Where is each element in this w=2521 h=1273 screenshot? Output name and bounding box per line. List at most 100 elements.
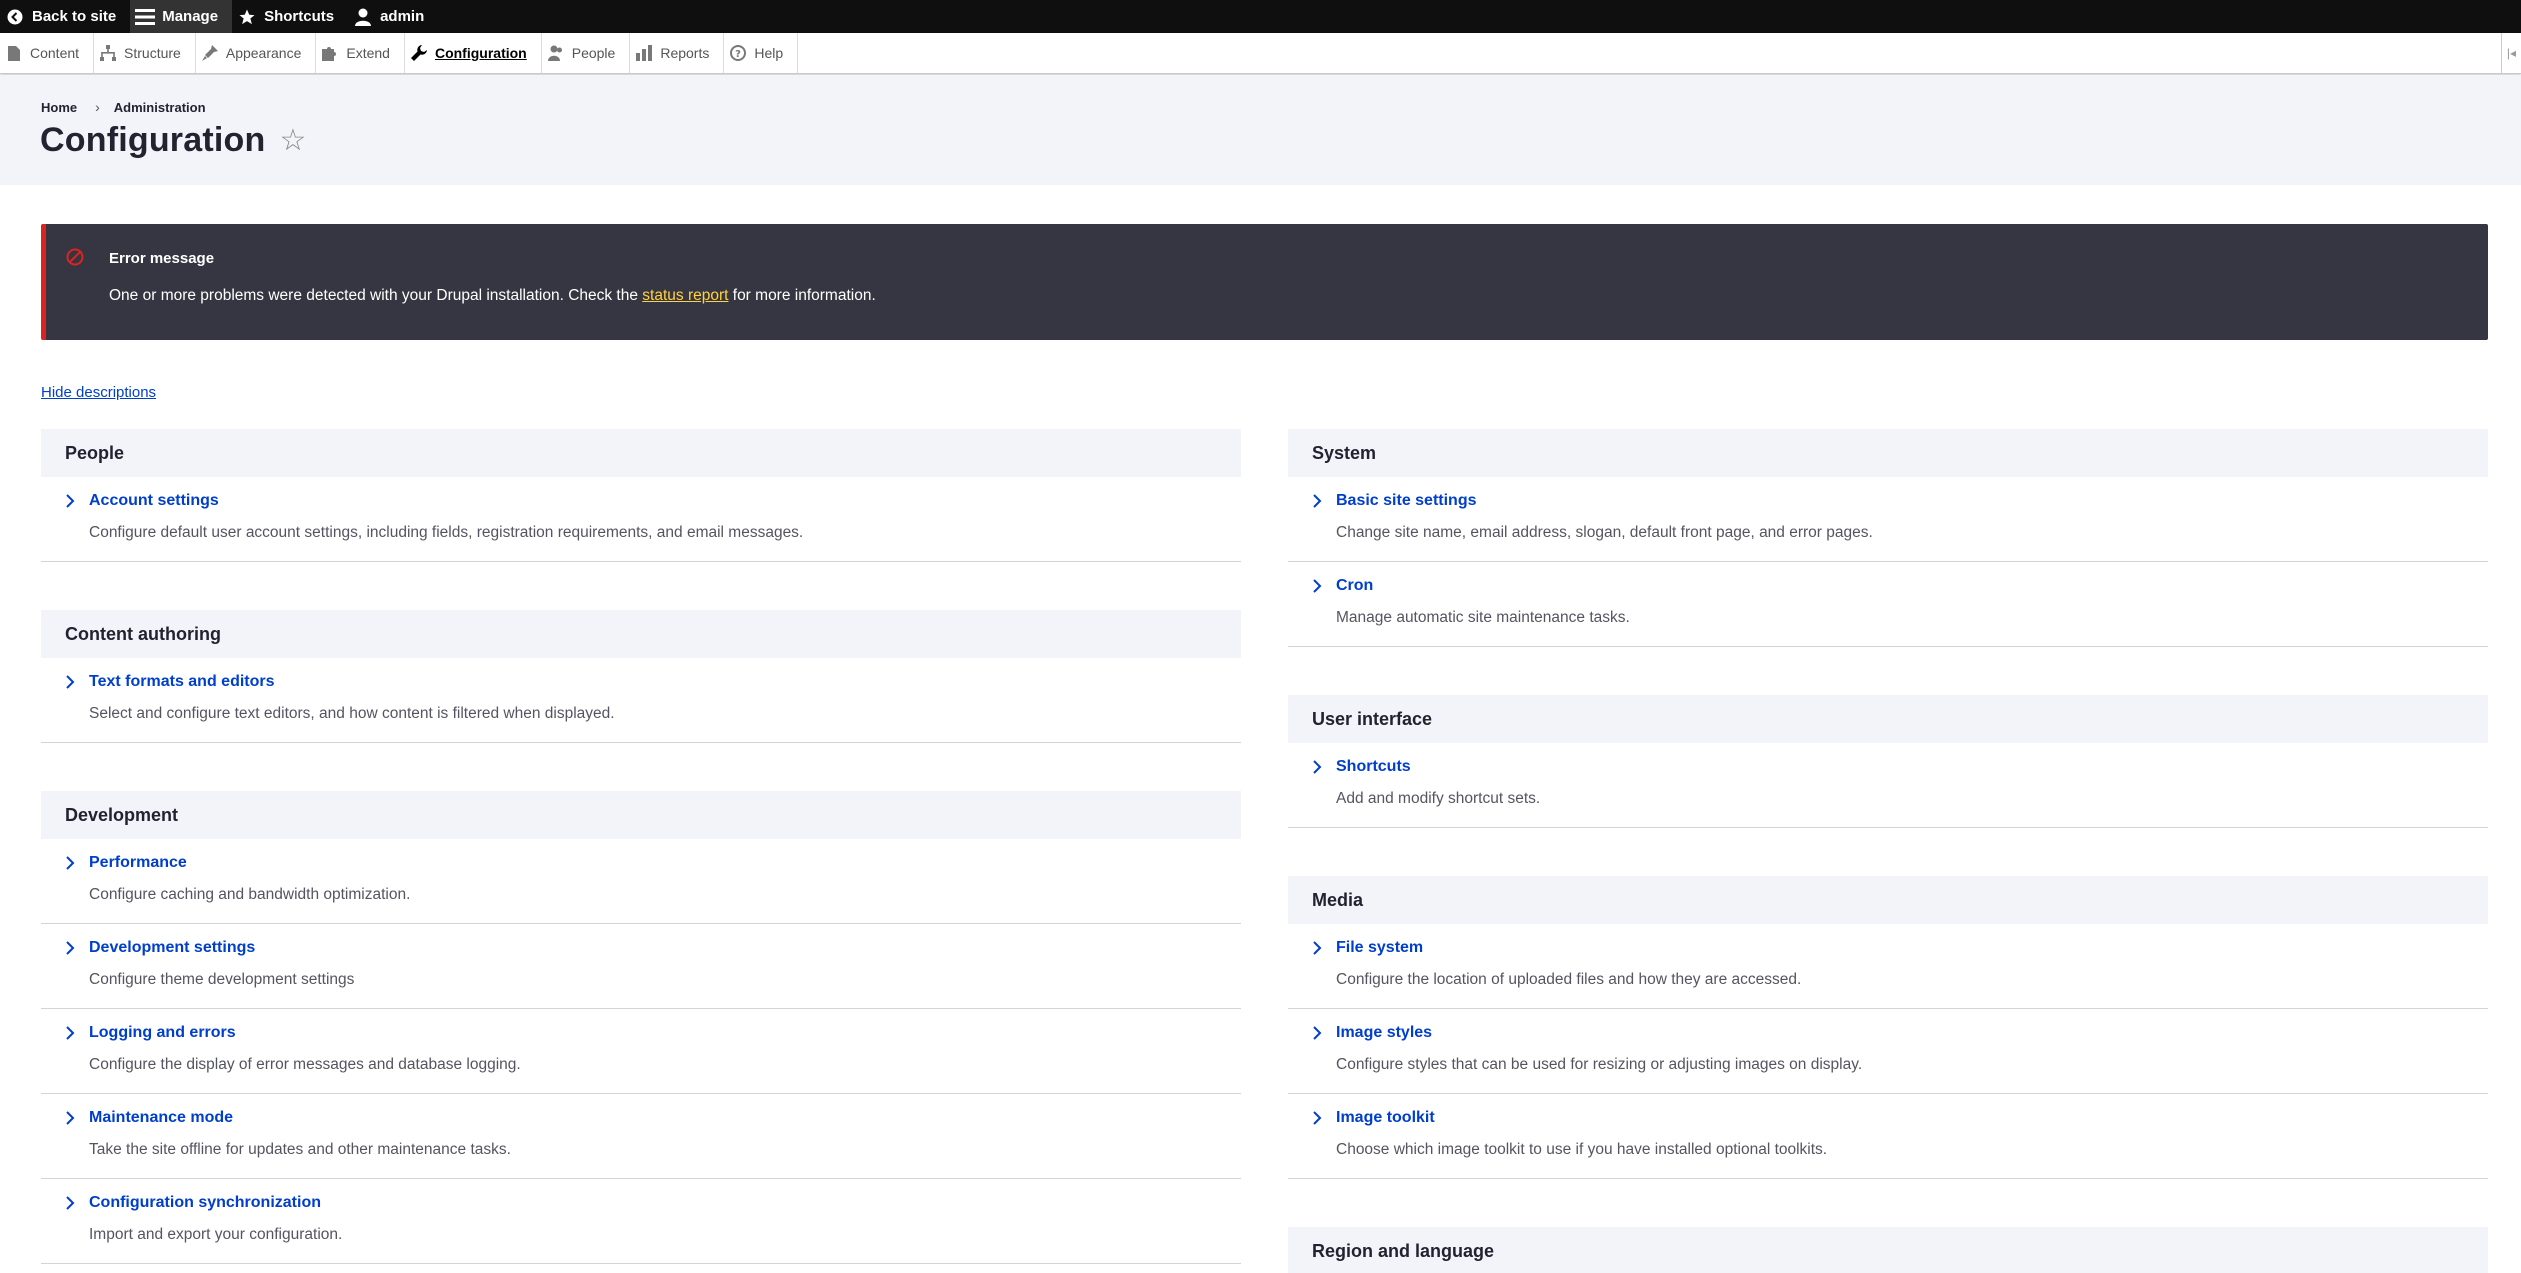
- tray-item-label: People: [571, 45, 616, 61]
- breadcrumb-separator: ›: [95, 99, 100, 115]
- list-item: Cron Manage automatic site maintenance t…: [1288, 562, 2488, 647]
- tray-item-extend[interactable]: Extend: [316, 33, 405, 73]
- list-item: Image styles Configure styles that can b…: [1288, 1009, 2488, 1094]
- star-icon: [236, 6, 258, 28]
- item-link-file-system[interactable]: File system: [1336, 939, 1423, 957]
- panel-title: Media: [1288, 876, 2488, 924]
- item-link-config-sync[interactable]: Configuration synchronization: [89, 1194, 321, 1212]
- item-description: Configure the display of error messages …: [89, 1056, 521, 1073]
- item-link-development-settings[interactable]: Development settings: [89, 939, 255, 957]
- sitemap-icon: [100, 45, 117, 61]
- item-link-text-formats[interactable]: Text formats and editors: [89, 673, 275, 691]
- chevron-right-icon: [1313, 941, 1322, 955]
- chevron-right-icon: [1313, 494, 1322, 508]
- error-message: Error message One or more problems were …: [41, 224, 2488, 340]
- help-icon: ?: [730, 45, 747, 61]
- shortcuts-label: Shortcuts: [264, 8, 335, 25]
- item-description: Change site name, email address, slogan,…: [1336, 524, 1873, 541]
- back-to-site-link[interactable]: Back to site: [0, 0, 130, 33]
- tray-item-reports[interactable]: Reports: [630, 33, 725, 73]
- list-item: File system Configure the location of up…: [1288, 924, 2488, 1009]
- item-description: Choose which image toolkit to use if you…: [1336, 1141, 1828, 1158]
- breadcrumb-administration[interactable]: Administration: [114, 100, 206, 115]
- item-link-shortcuts[interactable]: Shortcuts: [1336, 758, 1411, 776]
- file-icon: [6, 45, 22, 61]
- panel-development: Development Performance Configure cachin…: [41, 791, 1241, 1264]
- item-description: Take the site offline for updates and ot…: [89, 1141, 511, 1158]
- item-link-logging-errors[interactable]: Logging and errors: [89, 1024, 236, 1042]
- tray-orientation-toggle[interactable]: |◂: [2501, 33, 2521, 73]
- tray-item-content[interactable]: Content: [0, 33, 95, 73]
- panel-content-authoring: Content authoring Text formats and edito…: [41, 610, 1241, 743]
- list-item: Image toolkit Choose which image toolkit…: [1288, 1094, 2488, 1179]
- back-arrow-icon: [4, 6, 26, 28]
- chevron-right-icon: [66, 494, 75, 508]
- page-title-text: Configuration: [40, 121, 266, 159]
- panel-title: People: [41, 429, 1241, 477]
- chevron-right-icon: [1313, 1026, 1322, 1040]
- panel-title: Content authoring: [41, 610, 1241, 658]
- wrench-icon: [410, 45, 427, 61]
- tray-item-label: Appearance: [225, 45, 302, 61]
- item-link-basic-site-settings[interactable]: Basic site settings: [1336, 492, 1477, 510]
- tray-item-help[interactable]: ? Help: [724, 33, 799, 73]
- item-link-maintenance-mode[interactable]: Maintenance mode: [89, 1109, 233, 1127]
- list-item: Account settings Configure default user …: [41, 477, 1241, 562]
- user-label: admin: [380, 8, 425, 25]
- item-link-cron[interactable]: Cron: [1336, 577, 1373, 595]
- tray-item-configuration[interactable]: Configuration: [405, 33, 542, 73]
- user-icon: [352, 6, 374, 28]
- right-column: System Basic site settings Change site n…: [1288, 429, 2488, 1273]
- status-report-link[interactable]: status report: [642, 287, 728, 304]
- chevron-right-icon: [66, 1196, 75, 1210]
- item-description: Select and configure text editors, and h…: [89, 705, 615, 722]
- item-description: Configure styles that can be used for re…: [1336, 1056, 1863, 1073]
- tray-item-label: Configuration: [434, 45, 527, 61]
- tray-item-label: Reports: [660, 45, 710, 61]
- people-icon: [547, 45, 564, 61]
- tray-item-people[interactable]: People: [542, 33, 631, 73]
- chevron-right-icon: [1313, 1111, 1322, 1125]
- list-item: Basic site settings Change site name, em…: [1288, 477, 2488, 562]
- error-message-text: One or more problems were detected with …: [109, 287, 643, 304]
- tray-item-structure[interactable]: Structure: [94, 33, 196, 73]
- page-header: Home › Administration Configuration ☆: [0, 75, 2521, 185]
- shortcuts-tab[interactable]: Shortcuts: [232, 0, 348, 33]
- tray-item-label: Content: [30, 45, 80, 61]
- list-item: Performance Configure caching and bandwi…: [41, 839, 1241, 924]
- item-link-image-styles[interactable]: Image styles: [1336, 1024, 1432, 1042]
- manage-label: Manage: [162, 8, 219, 25]
- item-description: Add and modify shortcut sets.: [1336, 790, 1541, 807]
- user-tab[interactable]: admin: [348, 0, 438, 33]
- item-link-performance[interactable]: Performance: [89, 854, 187, 872]
- manage-tab[interactable]: Manage: [130, 0, 233, 33]
- item-link-account-settings[interactable]: Account settings: [89, 492, 219, 510]
- item-description: Import and export your configuration.: [89, 1226, 343, 1243]
- chevron-right-icon: [1313, 579, 1322, 593]
- chevron-right-icon: [66, 856, 75, 870]
- tray-item-appearance[interactable]: Appearance: [196, 33, 317, 73]
- list-item: Shortcuts Add and modify shortcut sets.: [1288, 743, 2488, 828]
- puzzle-icon: [322, 45, 338, 61]
- hide-descriptions-link[interactable]: Hide descriptions: [41, 384, 156, 401]
- breadcrumb-home[interactable]: Home: [41, 100, 77, 115]
- chevron-right-icon: [1313, 760, 1322, 774]
- chevron-right-icon: [66, 1111, 75, 1125]
- admin-toolbar: Back to site Manage Shortcuts admin: [0, 0, 2521, 33]
- left-column: People Account settings Configure defaul…: [41, 429, 1241, 1273]
- orientation-toggle-icon: |◂: [2506, 46, 2517, 60]
- tray-item-label: Structure: [124, 45, 181, 61]
- item-link-image-toolkit[interactable]: Image toolkit: [1336, 1109, 1435, 1127]
- panel-system: System Basic site settings Change site n…: [1288, 429, 2488, 647]
- admin-menu-tray: Content Structure Appearance Extend Conf…: [0, 33, 2521, 74]
- back-to-site-label: Back to site: [32, 8, 117, 25]
- panel-title: Region and language: [1288, 1227, 2488, 1273]
- item-description: Configure theme development settings: [89, 971, 355, 988]
- panel-user-interface: User interface Shortcuts Add and modify …: [1288, 695, 2488, 828]
- panel-people: People Account settings Configure defaul…: [41, 429, 1241, 562]
- breadcrumb: Home › Administration: [41, 99, 206, 115]
- add-shortcut-star-icon[interactable]: ☆: [279, 123, 306, 158]
- error-message-body: One or more problems were detected with …: [109, 287, 876, 305]
- panel-media: Media File system Configure the location…: [1288, 876, 2488, 1179]
- panel-title: User interface: [1288, 695, 2488, 743]
